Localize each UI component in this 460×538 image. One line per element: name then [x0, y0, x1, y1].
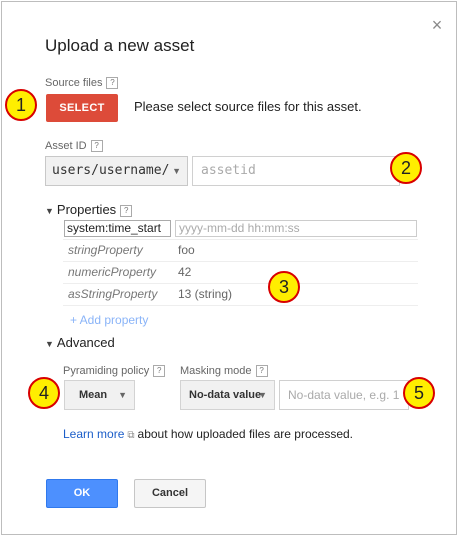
property-row: system:time_start yyyy-mm-dd hh:mm:ss	[63, 218, 418, 240]
asset-path-prefix-dropdown[interactable]: users/username/ ▼	[45, 156, 188, 186]
help-icon[interactable]: ?	[106, 77, 119, 90]
property-key: stringProperty	[68, 243, 143, 257]
close-icon[interactable]: ×	[428, 16, 446, 34]
learn-more-link[interactable]: Learn more	[63, 427, 124, 441]
masking-mode-dropdown[interactable]: No-data value ▼	[180, 380, 275, 410]
dialog-title: Upload a new asset	[45, 36, 195, 55]
asset-path-prefix-value: users/username/	[52, 163, 170, 178]
property-value: 13 (string)	[178, 287, 233, 301]
help-icon[interactable]: ?	[255, 365, 268, 378]
property-key: numericProperty	[68, 265, 157, 279]
property-key-input[interactable]: system:time_start	[64, 220, 171, 237]
add-property-link[interactable]: + Add property	[70, 313, 148, 327]
chevron-down-icon: ▼	[258, 390, 267, 400]
triangle-down-icon: ▼	[45, 339, 54, 349]
pyramiding-policy-value: Mean	[79, 389, 108, 401]
chevron-down-icon: ▼	[172, 166, 181, 176]
advanced-heading: Advanced	[56, 335, 115, 350]
learn-more-line: Learn more ⧉ about how uploaded files are …	[63, 427, 353, 441]
callout-5: 5	[403, 377, 435, 409]
asset-id-label-text: Asset ID	[45, 140, 87, 152]
help-icon[interactable]: ?	[153, 365, 166, 378]
chevron-down-icon: ▼	[118, 390, 127, 400]
callout-1: 1	[5, 89, 37, 121]
learn-more-text: about how uploaded files are processed.	[137, 427, 353, 441]
asset-id-input[interactable]: assetid	[192, 156, 400, 186]
external-link-icon: ⧉	[127, 430, 135, 441]
properties-table: system:time_start yyyy-mm-dd hh:mm:ss st…	[63, 218, 418, 306]
callout-2: 2	[390, 152, 422, 184]
upload-asset-dialog: × Upload a new asset Source files? SELEC…	[1, 1, 457, 535]
property-key: asStringProperty	[68, 287, 158, 301]
help-icon[interactable]: ?	[90, 140, 103, 153]
source-files-label-text: Source files	[45, 77, 103, 89]
property-row: asStringProperty 13 (string)	[63, 284, 418, 306]
masking-mode-value: No-data value	[189, 389, 262, 401]
pyramiding-policy-dropdown[interactable]: Mean ▼	[64, 380, 135, 410]
triangle-down-icon: ▼	[45, 206, 54, 216]
property-row: numericProperty 42	[63, 262, 418, 284]
masking-mode-label: Masking mode?	[180, 365, 268, 378]
select-button[interactable]: SELECT	[46, 94, 118, 122]
callout-3: 3	[268, 271, 300, 303]
source-files-label: Source files?	[45, 77, 119, 90]
nodata-value-input[interactable]: No-data value, e.g. 1	[279, 380, 409, 410]
property-value-input[interactable]: yyyy-mm-dd hh:mm:ss	[175, 220, 417, 237]
select-hint-text: Please select source files for this asse…	[134, 99, 362, 114]
property-value: foo	[178, 243, 195, 257]
ok-button[interactable]: OK	[46, 479, 118, 508]
property-row: stringProperty foo	[63, 240, 418, 262]
pyramiding-policy-label: Pyramiding policy?	[63, 365, 166, 378]
cancel-button[interactable]: Cancel	[134, 479, 206, 508]
help-icon[interactable]: ?	[120, 204, 133, 217]
callout-4: 4	[28, 377, 60, 409]
asset-id-label: Asset ID?	[45, 140, 103, 153]
advanced-toggle[interactable]: ▼ Advanced	[45, 335, 115, 350]
property-value: 42	[178, 265, 192, 279]
properties-heading: Properties	[56, 202, 117, 217]
masking-mode-label-text: Masking mode	[180, 365, 252, 377]
properties-toggle[interactable]: ▼ Properties?	[45, 202, 133, 217]
pyramiding-policy-label-text: Pyramiding policy	[63, 365, 150, 377]
